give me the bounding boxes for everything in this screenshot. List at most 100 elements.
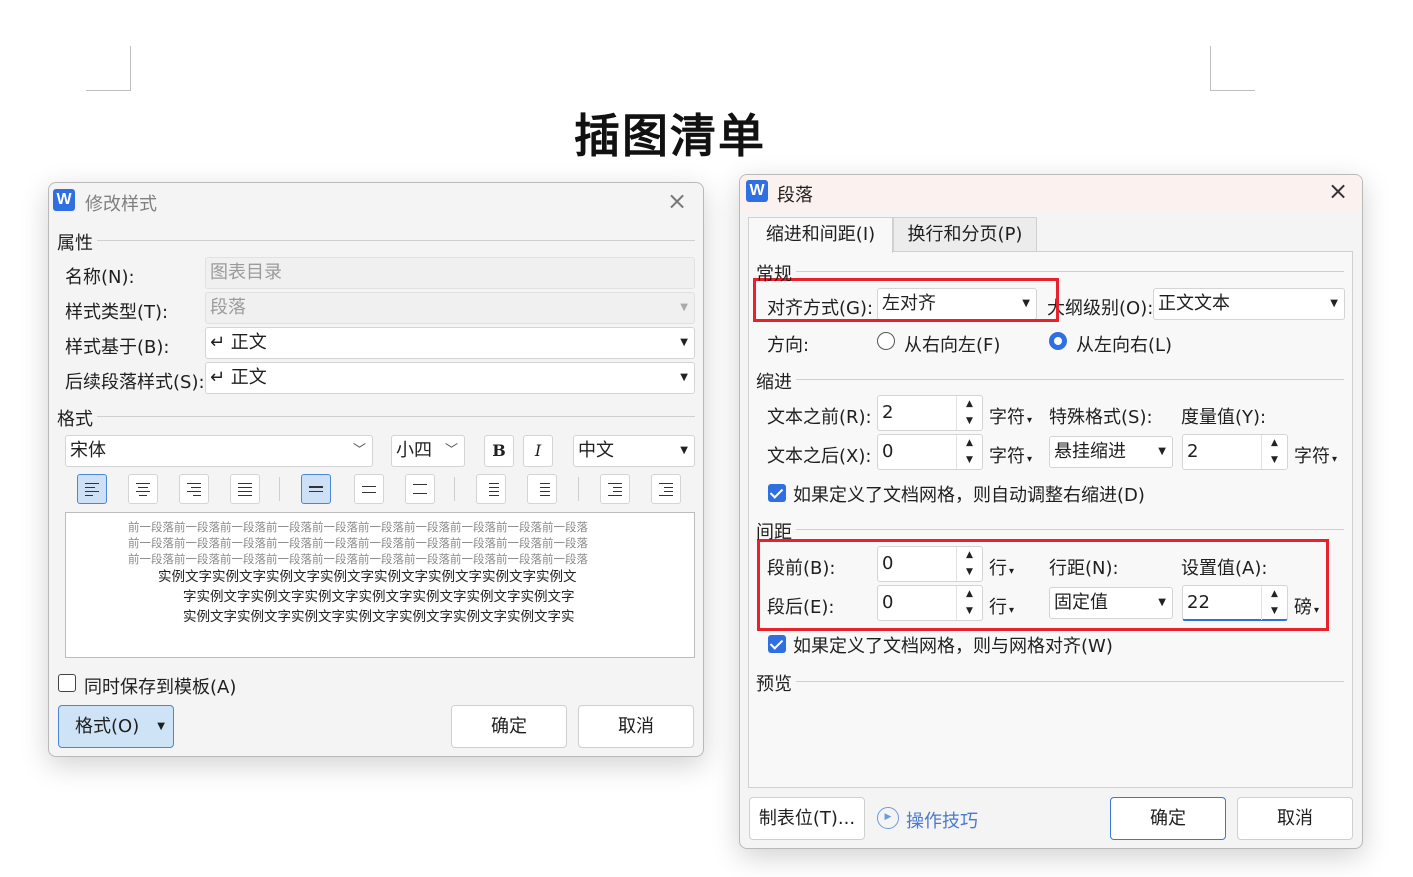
tab-stops-button[interactable]: 制表位(T)... [749, 797, 865, 840]
based-on-select[interactable]: ↵ 正文 ▼ [205, 327, 695, 359]
decrease-indent-icon[interactable] [600, 474, 630, 504]
font-size-select[interactable]: 小四 ﹀ [391, 435, 465, 467]
wps-writer-icon: W [53, 189, 75, 211]
indent-before-label: 文本之前(R): [767, 407, 872, 428]
rtl-radio[interactable] [877, 332, 895, 350]
tab-indent-spacing[interactable]: 缩进和间距(I) [748, 217, 893, 253]
preview-prev-line: 前一段落前一段落前一段落前一段落前一段落前一段落前一段落前一段落前一段落前一段落 [128, 552, 588, 566]
auto-adjust-indent-label: 如果定义了文档网格，则自动调整右缩进(D) [793, 485, 1145, 506]
preview-sample-line: 字实例文字实例文字实例文字实例文字实例文字实例文字实例文字 [183, 589, 575, 605]
format-section-header: 格式 [57, 405, 695, 430]
indent-after-stepper[interactable]: 0 ▲ ▼ [877, 434, 983, 470]
snap-grid-checkbox[interactable] [768, 635, 786, 653]
dropdown-arrow-icon: ▼ [680, 302, 688, 313]
spacing-section-header: 间距 [756, 518, 1344, 543]
spacing-highlight-box [757, 539, 1329, 631]
align-left-icon[interactable] [77, 474, 107, 504]
indent-before-stepper[interactable]: 2 ▲ ▼ [877, 395, 983, 431]
snap-grid-label: 如果定义了文档网格，则与网格对齐(W) [793, 636, 1113, 657]
next-style-select[interactable]: ↵ 正文 ▼ [205, 362, 695, 394]
page-corner-mark-top-left [86, 46, 131, 91]
single-spacing-icon[interactable] [301, 474, 331, 504]
alignment-highlight-box [753, 278, 1059, 322]
based-on-value: ↵ 正文 [210, 332, 267, 353]
preview-sample-line: 实例文字实例文字实例文字实例文字实例文字实例文字实例文字实例文 [158, 569, 577, 585]
ltr-label: 从左向右(L) [1076, 335, 1173, 356]
indent-after-unit[interactable]: 字符 ▾ [989, 442, 1032, 468]
increase-indent-icon[interactable] [651, 474, 681, 504]
auto-adjust-indent-checkbox[interactable] [768, 484, 786, 502]
dialog-titlebar: W 段落 × [740, 175, 1362, 211]
paragraph-dialog: W 段落 × 缩进和间距(I) 换行和分页(P) 常规 对齐方式(G): 左对齐… [739, 174, 1363, 849]
align-center-icon[interactable] [128, 474, 158, 504]
dialog-title: 修改样式 [85, 194, 157, 215]
stepper-arrows-icon[interactable]: ▲ ▼ [1261, 435, 1287, 469]
stepper-arrows-icon[interactable]: ▲ ▼ [956, 396, 982, 430]
tab-line-page-breaks[interactable]: 换行和分页(P) [893, 217, 1037, 253]
measure-unit[interactable]: 字符 ▾ [1294, 442, 1337, 468]
measure-label: 度量值(Y): [1181, 407, 1267, 428]
decrease-paragraph-spacing-icon[interactable] [527, 474, 557, 504]
close-icon[interactable]: × [667, 189, 687, 213]
outline-level-select[interactable]: 正文文本 ▼ [1153, 288, 1345, 320]
measure-value: 2 [1187, 441, 1199, 462]
save-template-checkbox[interactable] [58, 674, 76, 692]
chevron-down-icon: ﹀ [352, 443, 366, 458]
preview-prev-line: 前一段落前一段落前一段落前一段落前一段落前一段落前一段落前一段落前一段落前一段落 [128, 536, 588, 550]
font-value: 宋体 [70, 440, 106, 461]
tips-link[interactable]: 操作技巧 [906, 807, 978, 833]
outline-level-value: 正文文本 [1158, 293, 1230, 314]
double-spacing-icon[interactable] [405, 474, 435, 504]
special-format-select[interactable]: 悬挂缩进 ▼ [1049, 436, 1173, 468]
one-half-spacing-icon[interactable] [354, 474, 384, 504]
dialog-title: 段落 [777, 185, 813, 206]
document-title: 插图清单 [574, 109, 766, 163]
style-type-label: 样式类型(T): [65, 302, 169, 323]
preview-prev-line: 前一段落前一段落前一段落前一段落前一段落前一段落前一段落前一段落前一段落前一段落 [128, 520, 588, 534]
indent-after-value: 0 [882, 441, 894, 462]
format-button-label: 格式(O) [75, 716, 140, 737]
play-circle-icon: ▶ [877, 807, 899, 829]
ok-button[interactable]: 确定 [451, 705, 567, 748]
special-format-label: 特殊格式(S): [1049, 407, 1153, 428]
properties-section-header: 属性 [57, 229, 695, 254]
align-right-icon[interactable] [179, 474, 209, 504]
italic-button[interactable]: I [523, 435, 553, 467]
dialog-titlebar: W 修改样式 × [49, 183, 703, 219]
toolbar-separator [279, 477, 280, 501]
increase-paragraph-spacing-icon[interactable] [476, 474, 506, 504]
rtl-label: 从右向左(F) [904, 335, 1001, 356]
special-format-value: 悬挂缩进 [1054, 441, 1126, 462]
style-type-select[interactable]: 段落 ▼ [205, 292, 695, 324]
font-select[interactable]: 宋体 ﹀ [65, 435, 373, 467]
direction-label: 方向: [767, 335, 810, 356]
cancel-button[interactable]: 取消 [1237, 797, 1353, 840]
format-menu-button[interactable]: 格式(O) ▼ [58, 705, 174, 748]
bold-button[interactable]: B [484, 435, 514, 467]
dropdown-arrow-icon: ▼ [157, 721, 165, 732]
indent-before-unit[interactable]: 字符 ▾ [989, 403, 1032, 429]
outline-level-label: 大纲级别(O): [1047, 298, 1154, 319]
modify-style-dialog: W 修改样式 × 属性 名称(N): 图表目录 样式类型(T): 段落 ▼ 样式… [48, 182, 704, 757]
close-icon[interactable]: × [1328, 179, 1348, 203]
ltr-radio[interactable] [1049, 332, 1067, 350]
chevron-down-icon: ﹀ [444, 443, 458, 458]
script-value: 中文 [578, 440, 614, 461]
dropdown-arrow-icon: ▼ [680, 445, 688, 456]
dropdown-arrow-icon: ▼ [1330, 298, 1338, 309]
stepper-arrows-icon[interactable]: ▲ ▼ [956, 435, 982, 469]
preview-section-header: 预览 [756, 670, 1344, 695]
justify-icon[interactable] [230, 474, 260, 504]
next-style-label: 后续段落样式(S): [65, 372, 205, 393]
cancel-button[interactable]: 取消 [578, 705, 694, 748]
toolbar-separator [454, 477, 455, 501]
ok-button[interactable]: 确定 [1110, 797, 1226, 840]
measure-stepper[interactable]: 2 ▲ ▼ [1182, 434, 1288, 470]
indent-before-value: 2 [882, 402, 894, 423]
indent-after-label: 文本之后(X): [767, 446, 872, 467]
style-preview: 前一段落前一段落前一段落前一段落前一段落前一段落前一段落前一段落前一段落前一段落… [65, 512, 695, 658]
save-template-label: 同时保存到模板(A) [84, 677, 237, 698]
page-corner-mark-top-right [1210, 46, 1255, 91]
name-field[interactable]: 图表目录 [205, 257, 695, 289]
script-select[interactable]: 中文 ▼ [573, 435, 695, 467]
